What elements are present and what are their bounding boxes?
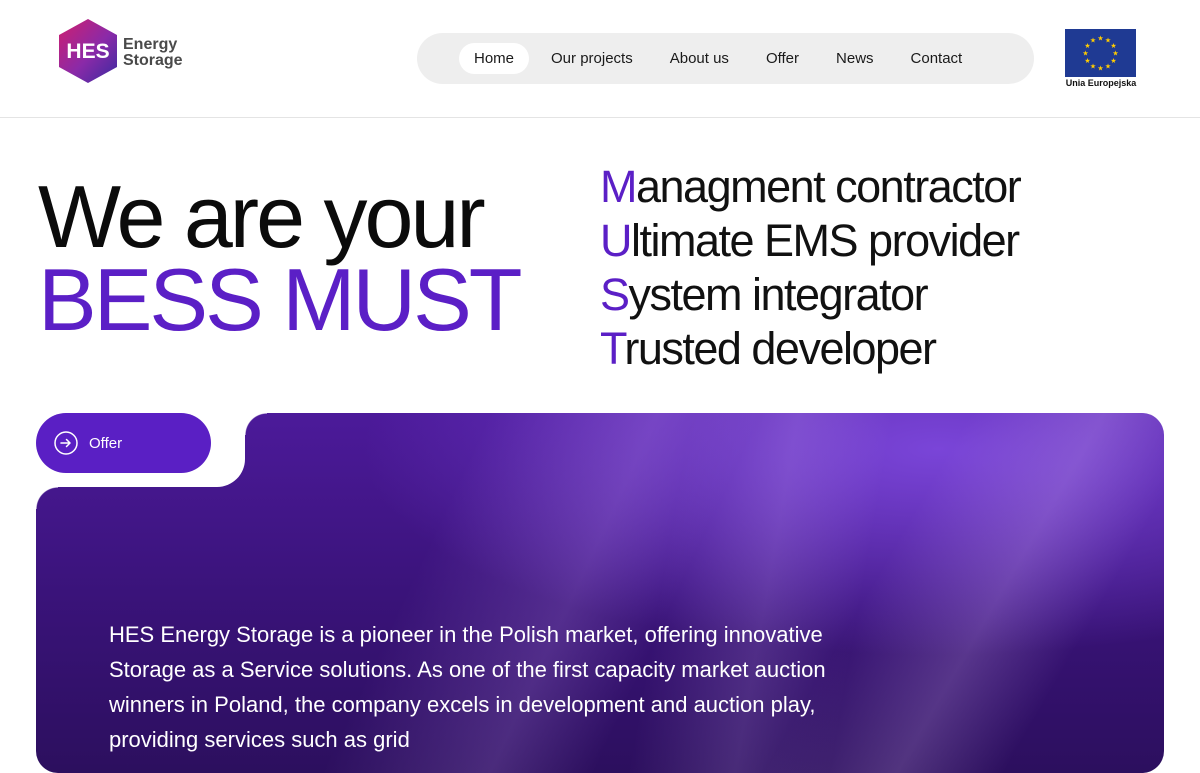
hes-logo[interactable]: HES Energy Storage bbox=[56, 18, 206, 84]
roles-list: Managment contractor Ultimate EMS provid… bbox=[600, 160, 1022, 376]
offer-button-label: Offer bbox=[89, 434, 123, 452]
eu-star-icon: ★ bbox=[1084, 57, 1090, 65]
logo-line-1: Energy bbox=[123, 36, 178, 53]
eu-star-icon: ★ bbox=[1112, 50, 1118, 58]
logo-mark: HES bbox=[66, 40, 109, 63]
hero-headline-line-2: BESS MUST bbox=[38, 250, 523, 349]
logo-line-2: Storage bbox=[123, 52, 183, 69]
panel-notch-corner bbox=[245, 413, 267, 435]
eu-star-icon: ★ bbox=[1082, 50, 1088, 58]
eu-badge[interactable]: ★ ★ ★ ★ ★ ★ ★ ★ ★ ★ ★ ★ Unia Europejska bbox=[1064, 28, 1138, 92]
eu-star-icon: ★ bbox=[1090, 63, 1096, 71]
main-nav: Home Our projects About us Offer News Co… bbox=[417, 33, 1034, 84]
eu-star-icon: ★ bbox=[1090, 37, 1096, 45]
eu-star-icon: ★ bbox=[1097, 65, 1103, 73]
role-item: System integrator bbox=[600, 269, 929, 320]
nav-item-contact[interactable]: Contact bbox=[896, 43, 978, 74]
nav-item-about-us[interactable]: About us bbox=[655, 43, 744, 74]
site-header: HES Energy Storage Home Our projects Abo… bbox=[0, 0, 1200, 118]
eu-star-icon: ★ bbox=[1097, 35, 1103, 43]
logo-wordmark: Energy Storage bbox=[123, 37, 183, 69]
eu-flag-icon: ★ ★ ★ ★ ★ ★ ★ ★ ★ ★ ★ ★ bbox=[1065, 29, 1136, 77]
about-text: HES Energy Storage is a pioneer in the P… bbox=[109, 622, 826, 752]
eu-label: Unia Europejska bbox=[1065, 78, 1137, 88]
hes-hexagon-logo-icon: HES bbox=[59, 19, 117, 83]
nav-item-news[interactable]: News bbox=[821, 43, 889, 74]
eu-star-icon: ★ bbox=[1110, 42, 1116, 50]
arrow-right-circle-icon bbox=[54, 431, 78, 455]
nav-item-home[interactable]: Home bbox=[459, 43, 530, 74]
eu-star-icon: ★ bbox=[1105, 63, 1111, 71]
offer-button[interactable]: Offer bbox=[36, 413, 211, 473]
role-item: Trusted developer bbox=[600, 323, 937, 374]
nav-item-offer[interactable]: Offer bbox=[751, 43, 814, 74]
panel-notch-corner bbox=[36, 487, 58, 509]
role-item: Ultimate EMS provider bbox=[600, 215, 1020, 266]
role-item: Managment contractor bbox=[600, 161, 1022, 212]
eu-star-icon: ★ bbox=[1110, 57, 1116, 65]
nav-item-our-projects[interactable]: Our projects bbox=[536, 43, 648, 74]
